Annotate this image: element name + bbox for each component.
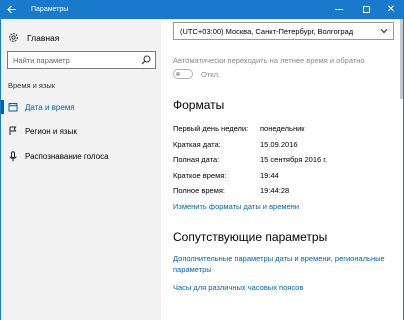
back-arrow-icon — [7, 5, 16, 14]
sidebar: Главная Найти параметр Время и язык Дата… — [1, 19, 161, 320]
chevron-down-icon — [380, 28, 388, 34]
main-content: (UTC+03:00) Москва, Санкт-Петербург, Вол… — [161, 19, 400, 320]
timezone-value: (UTC+03:00) Москва, Санкт-Петербург, Вол… — [180, 27, 354, 36]
search-placeholder: Найти параметр — [13, 56, 70, 65]
microphone-icon — [9, 150, 17, 161]
maximize-icon — [362, 6, 370, 13]
close-icon: ✕ — [386, 3, 396, 15]
related-settings-heading: Сопутствующие параметры — [173, 230, 328, 244]
toggle-knob — [176, 72, 180, 76]
clocks-link[interactable]: Часы для различных часовых поясов — [173, 282, 303, 293]
home-label: Главная — [27, 32, 60, 43]
minimize-icon — [335, 9, 343, 10]
format-value-long-time: 19:44:28 — [260, 186, 290, 195]
format-label-long-time: Полное время: — [173, 186, 225, 195]
dst-toggle[interactable] — [173, 69, 193, 79]
search-icon[interactable] — [141, 55, 151, 65]
sidebar-item-label: Регион и язык — [25, 126, 77, 136]
format-label-short-date: Краткая дата: — [173, 140, 221, 149]
search-input[interactable]: Найти параметр — [7, 51, 156, 69]
sidebar-item-label: Дата и время — [25, 102, 75, 112]
format-value-short-date: 15.09.2016 — [260, 140, 298, 149]
minimize-button[interactable] — [326, 0, 352, 19]
title-bar: Параметры ✕ — [0, 0, 404, 19]
close-button[interactable]: ✕ — [378, 0, 404, 19]
back-button[interactable] — [0, 0, 24, 19]
sidebar-item-region-language[interactable]: Регион и язык — [1, 119, 160, 143]
format-label-long-date: Полная дата: — [173, 155, 220, 164]
language-icon — [9, 126, 17, 135]
maximize-button[interactable] — [353, 0, 379, 19]
calendar-icon — [8, 103, 18, 112]
home-nav-item[interactable]: Главная — [8, 32, 59, 43]
format-label-first-day: Первый день недели: — [173, 124, 249, 133]
window-title: Параметры — [31, 6, 69, 13]
dst-auto-label: Автоматически переходить на летнее время… — [173, 56, 365, 65]
format-value-short-time: 19:44 — [260, 171, 279, 180]
format-label-short-time: Краткое время: — [173, 171, 227, 180]
sidebar-item-label: Распознавание голоса — [25, 151, 109, 161]
section-label: Время и язык — [8, 81, 56, 90]
change-formats-link[interactable]: Изменить форматы даты и времени — [173, 201, 299, 212]
dst-toggle-state: Откл. — [201, 70, 221, 79]
sidebar-item-speech[interactable]: Распознавание голоса — [1, 144, 160, 168]
additional-settings-link[interactable]: Дополнительные параметры даты и времени,… — [173, 253, 391, 275]
gear-icon — [9, 33, 18, 42]
format-value-first-day: понедельник — [260, 124, 305, 133]
sidebar-item-date-time[interactable]: Дата и время — [1, 95, 160, 119]
timezone-dropdown[interactable]: (UTC+03:00) Москва, Санкт-Петербург, Вол… — [173, 22, 394, 40]
format-value-long-date: 15 сентября 2016 г. — [260, 155, 328, 164]
formats-heading: Форматы — [173, 98, 225, 112]
